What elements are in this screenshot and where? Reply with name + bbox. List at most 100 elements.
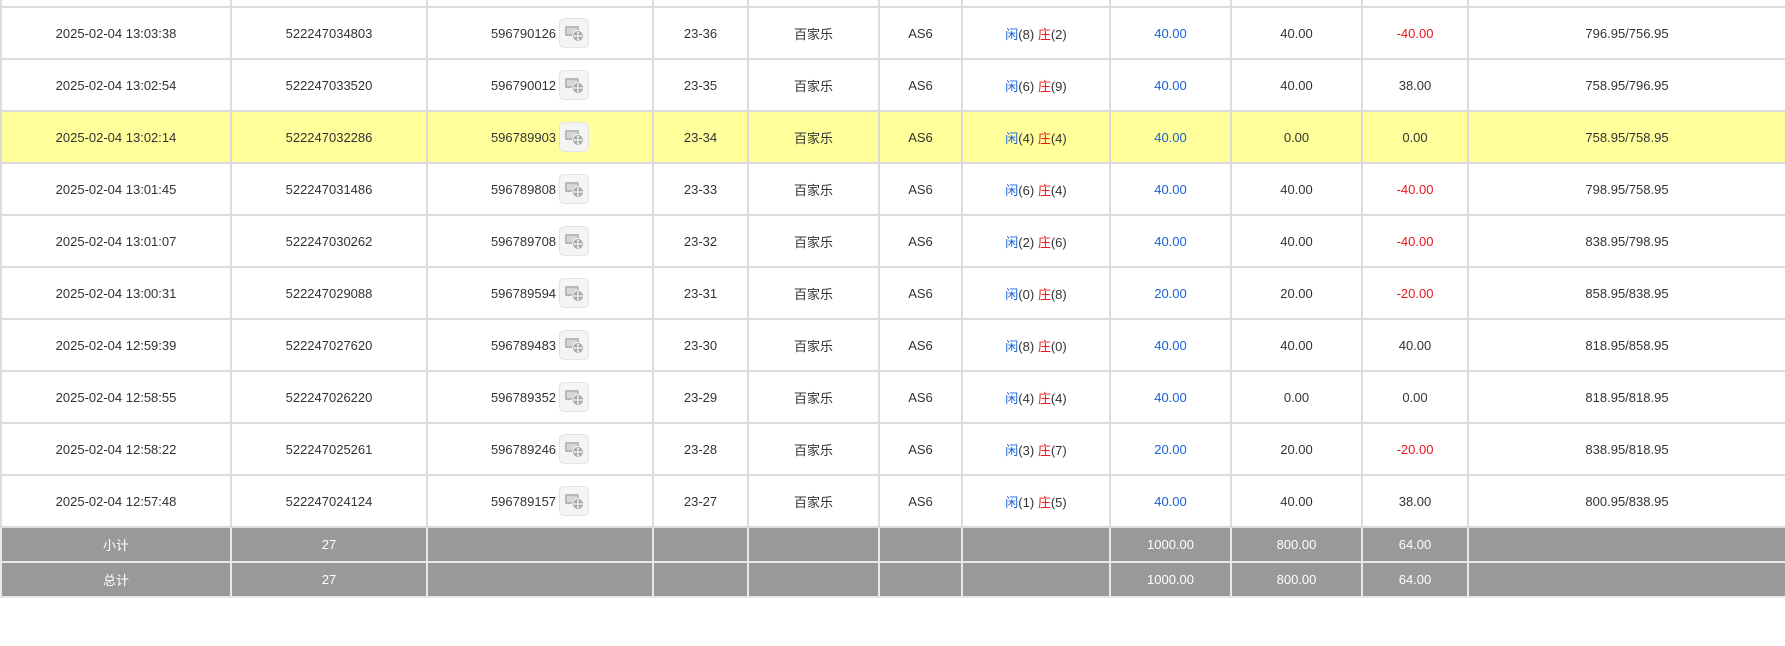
subtotal-count: 27 bbox=[230, 526, 428, 563]
balance-change: 838.95/818.95 bbox=[1467, 422, 1785, 476]
banker-score: (9) bbox=[1050, 78, 1067, 94]
bet-amount: 20.00 bbox=[1109, 422, 1232, 476]
video-reel-icon[interactable] bbox=[559, 18, 590, 48]
player-label: 闲 bbox=[1005, 494, 1019, 510]
game-number-wrap: 596789157 bbox=[491, 486, 590, 516]
game-result: 闲(2) 庄(6) bbox=[961, 214, 1111, 268]
balance-change: 838.95/798.95 bbox=[1467, 214, 1785, 268]
video-reel-icon-graphic bbox=[565, 494, 585, 510]
shoe-round: 23-35 bbox=[652, 58, 749, 112]
order-id: 522247034803 bbox=[230, 6, 428, 60]
valid-bet: 40.00 bbox=[1230, 474, 1363, 528]
balance-change: 796.95/756.95 bbox=[1467, 6, 1785, 60]
game-number: 596789483 bbox=[490, 337, 557, 353]
player-label: 闲 bbox=[1005, 338, 1019, 354]
banker-score: (0) bbox=[1050, 338, 1067, 354]
bet-time: 2025-02-04 12:58:55 bbox=[0, 370, 232, 424]
table-code: AS6 bbox=[878, 214, 963, 268]
game-type: 百家乐 bbox=[747, 318, 880, 372]
total-bet: 1000.00 bbox=[1109, 561, 1232, 598]
player-score: (6) bbox=[1018, 78, 1035, 94]
valid-bet: 40.00 bbox=[1230, 58, 1363, 112]
banker-score: (4) bbox=[1050, 182, 1067, 198]
valid-bet: 40.00 bbox=[1230, 214, 1363, 268]
video-reel-icon-graphic bbox=[565, 234, 585, 250]
game-result: 闲(4) 庄(4) bbox=[961, 370, 1111, 424]
game-number: 596789594 bbox=[490, 285, 557, 301]
banker-label: 庄 bbox=[1037, 78, 1051, 94]
bet-time: 2025-02-04 13:01:07 bbox=[0, 214, 232, 268]
game-number-wrap: 596789483 bbox=[490, 330, 590, 360]
win-loss: 0.00 bbox=[1361, 110, 1469, 164]
video-reel-icon[interactable] bbox=[559, 382, 590, 412]
order-id: 522247024124 bbox=[230, 474, 428, 528]
video-reel-icon[interactable] bbox=[559, 174, 590, 204]
total-valid: 800.00 bbox=[1230, 561, 1363, 598]
shoe-round: 23-36 bbox=[652, 6, 749, 60]
game-type: 百家乐 bbox=[747, 110, 880, 164]
table-row: 2025-02-04 12:57:48 522247024124 5967891… bbox=[0, 474, 1785, 528]
player-score: (2) bbox=[1018, 234, 1035, 250]
table-row: 2025-02-04 13:00:31 522247029088 5967895… bbox=[0, 266, 1785, 320]
subtotal-winloss: 64.00 bbox=[1361, 526, 1469, 563]
game-number: 596789246 bbox=[490, 441, 557, 457]
table-row: 2025-02-04 13:02:54 522247033520 5967900… bbox=[0, 58, 1785, 112]
video-reel-icon[interactable] bbox=[559, 434, 590, 464]
game-number-wrap: 596789708 bbox=[491, 226, 590, 256]
game-number: 596790012 bbox=[490, 77, 557, 93]
video-reel-icon-graphic bbox=[565, 130, 585, 146]
game-number-wrap: 596790126 bbox=[491, 18, 590, 48]
banker-score: (2) bbox=[1050, 26, 1067, 42]
win-loss: -20.00 bbox=[1361, 422, 1469, 476]
bet-amount: 40.00 bbox=[1109, 474, 1232, 528]
video-reel-icon[interactable] bbox=[559, 278, 590, 308]
video-reel-icon[interactable] bbox=[559, 226, 590, 256]
video-reel-icon-graphic bbox=[565, 26, 585, 42]
game-type: 百家乐 bbox=[747, 474, 880, 528]
valid-bet: 0.00 bbox=[1230, 370, 1363, 424]
win-loss: -40.00 bbox=[1361, 214, 1469, 268]
balance-change: 798.95/758.95 bbox=[1467, 162, 1785, 216]
shoe-round: 23-33 bbox=[652, 162, 749, 216]
game-number-wrap: 596789808 bbox=[491, 174, 590, 204]
player-score: (6) bbox=[1018, 182, 1035, 198]
bet-time: 2025-02-04 13:00:31 bbox=[0, 266, 232, 320]
order-id: 522247029088 bbox=[230, 266, 428, 320]
bet-amount: 40.00 bbox=[1109, 370, 1232, 424]
table-code: AS6 bbox=[878, 6, 963, 60]
game-result: 闲(6) 庄(9) bbox=[961, 58, 1111, 112]
video-reel-icon[interactable] bbox=[559, 486, 590, 516]
valid-bet: 20.00 bbox=[1230, 422, 1363, 476]
banker-label: 庄 bbox=[1037, 130, 1051, 146]
bet-amount: 40.00 bbox=[1109, 58, 1232, 112]
player-score: (4) bbox=[1018, 130, 1035, 146]
bet-time: 2025-02-04 12:59:39 bbox=[0, 318, 232, 372]
game-type: 百家乐 bbox=[747, 162, 880, 216]
table-row: 2025-02-04 13:01:07 522247030262 5967897… bbox=[0, 214, 1785, 268]
bet-amount: 40.00 bbox=[1109, 6, 1232, 60]
table-row: 2025-02-04 12:58:22 522247025261 5967892… bbox=[0, 422, 1785, 476]
bet-time: 2025-02-04 13:02:54 bbox=[0, 58, 232, 112]
game-type: 百家乐 bbox=[747, 422, 880, 476]
game-number-cell: 596789708 bbox=[426, 214, 654, 268]
player-label: 闲 bbox=[1005, 182, 1019, 198]
video-reel-icon[interactable] bbox=[559, 70, 590, 100]
video-reel-icon[interactable] bbox=[559, 122, 590, 152]
bet-time: 2025-02-04 13:02:14 bbox=[0, 110, 232, 164]
banker-label: 庄 bbox=[1037, 494, 1051, 510]
shoe-round: 23-31 bbox=[652, 266, 749, 320]
banker-label: 庄 bbox=[1037, 390, 1051, 406]
game-result: 闲(8) 庄(0) bbox=[961, 318, 1111, 372]
shoe-round: 23-32 bbox=[652, 214, 749, 268]
valid-bet: 20.00 bbox=[1230, 266, 1363, 320]
total-winloss: 64.00 bbox=[1361, 561, 1469, 598]
bet-time: 2025-02-04 12:57:48 bbox=[0, 474, 232, 528]
game-result: 闲(6) 庄(4) bbox=[961, 162, 1111, 216]
subtotal-valid: 800.00 bbox=[1230, 526, 1363, 563]
table-row: 2025-02-04 12:58:55 522247026220 5967893… bbox=[0, 370, 1785, 424]
balance-change: 758.95/796.95 bbox=[1467, 58, 1785, 112]
video-reel-icon-graphic bbox=[565, 78, 585, 94]
balance-change: 818.95/818.95 bbox=[1467, 370, 1785, 424]
video-reel-icon[interactable] bbox=[559, 330, 590, 360]
banker-label: 庄 bbox=[1037, 234, 1051, 250]
